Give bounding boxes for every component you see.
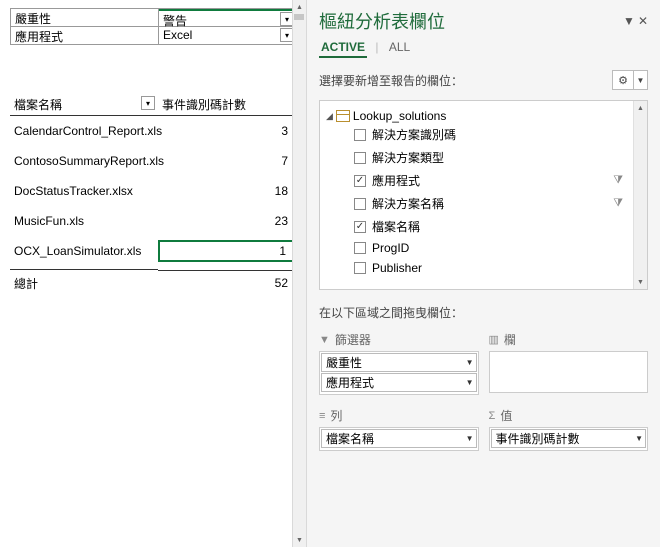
- grand-total-row[interactable]: 總計 52: [10, 266, 296, 296]
- funnel-icon[interactable]: ⧩: [613, 197, 623, 210]
- chevron-down-icon: ▼: [634, 70, 648, 90]
- collapse-icon[interactable]: ◢: [326, 111, 333, 122]
- pivot-header: 檔案名稱 ▾ 事件識別碼計數: [10, 94, 296, 116]
- field-label: 解決方案名稱: [372, 195, 444, 212]
- pane-dropdown-icon[interactable]: ▼: [623, 14, 635, 28]
- table-row[interactable]: OCX_LoanSimulator.xls 1: [10, 236, 296, 266]
- table-row[interactable]: DocStatusTracker.xlsx 18: [10, 176, 296, 206]
- table-row[interactable]: MusicFun.xls 23: [10, 206, 296, 236]
- checkbox[interactable]: [354, 129, 366, 141]
- field-item[interactable]: ProgID: [326, 238, 641, 258]
- scroll-thumb[interactable]: [294, 14, 304, 20]
- field-tabs: ACTIVE | ALL: [319, 38, 648, 58]
- filters-zone[interactable]: 嚴重性▼ 應用程式▼: [319, 351, 479, 395]
- table-icon: [336, 110, 350, 122]
- scroll-up-icon[interactable]: ▲: [293, 0, 306, 14]
- filter-label: 嚴重性: [11, 9, 159, 26]
- checkbox[interactable]: ✓: [354, 221, 366, 233]
- filters-zone-title: 篩選器: [335, 331, 371, 348]
- gear-icon: ⚙: [612, 70, 634, 90]
- checkbox[interactable]: [354, 242, 366, 254]
- filter-value[interactable]: Excel ▾: [159, 27, 295, 44]
- field-label: 檔案名稱: [372, 218, 420, 235]
- tab-all[interactable]: ALL: [387, 38, 412, 56]
- row-label-header[interactable]: 檔案名稱 ▾: [10, 94, 158, 116]
- pivot-table-area: 嚴重性 警告 ▾ 應用程式 Excel ▾ 檔案名稱 ▾ 事件識別碼計數 Cal…: [0, 0, 306, 547]
- tab-active[interactable]: ACTIVE: [319, 38, 367, 58]
- funnel-icon: ▼: [319, 334, 330, 346]
- chevron-down-icon[interactable]: ▼: [466, 358, 474, 367]
- checkbox[interactable]: [354, 262, 366, 274]
- field-item[interactable]: ✓ 應用程式 ⧩: [326, 169, 641, 192]
- field-item[interactable]: ✓ 檔案名稱: [326, 215, 641, 238]
- chevron-down-icon[interactable]: ▼: [635, 434, 643, 443]
- scroll-down-icon[interactable]: ▼: [293, 533, 306, 547]
- choose-fields-prompt: 選擇要新增至報告的欄位：: [319, 72, 463, 89]
- fields-list: ◢ Lookup_solutions 解決方案識別碼解決方案類型✓應用程式⧩解決…: [319, 100, 648, 290]
- values-zone[interactable]: 事件識別碼計數▼: [489, 427, 649, 451]
- field-label: 應用程式: [372, 172, 420, 189]
- vertical-scrollbar[interactable]: ▲ ▼: [292, 0, 306, 547]
- field-label: 解決方案識別碼: [372, 126, 456, 143]
- filter-label: 應用程式: [11, 27, 159, 44]
- values-zone-title: 值: [500, 407, 512, 424]
- rows-zone[interactable]: 檔案名稱▼: [319, 427, 479, 451]
- filter-value[interactable]: 警告 ▾: [159, 9, 295, 26]
- close-icon[interactable]: ✕: [638, 14, 648, 28]
- tools-button[interactable]: ⚙ ▼: [612, 70, 648, 90]
- table-node[interactable]: ◢ Lookup_solutions: [326, 109, 641, 123]
- value-header: 事件識別碼計數: [158, 94, 296, 116]
- columns-icon: ▥: [489, 333, 499, 346]
- rows-icon: ≡: [319, 410, 325, 422]
- fields-scrollbar[interactable]: ▲ ▼: [633, 101, 647, 289]
- pivot-field-list-pane: 樞紐分析表欄位 ▼ ✕ ACTIVE | ALL 選擇要新增至報告的欄位： ⚙ …: [306, 0, 660, 547]
- rows-zone-title: 列: [330, 407, 342, 424]
- zone-item[interactable]: 檔案名稱▼: [321, 429, 477, 448]
- drag-fields-prompt: 在以下區域之間拖曳欄位：: [319, 304, 648, 321]
- sigma-icon: Σ: [489, 410, 496, 422]
- chevron-down-icon[interactable]: ▼: [466, 378, 474, 387]
- row-filter-dropdown-icon[interactable]: ▾: [141, 96, 155, 110]
- field-label: 解決方案類型: [372, 149, 444, 166]
- columns-zone[interactable]: [489, 351, 649, 393]
- field-label: ProgID: [372, 241, 409, 255]
- filter-row-severity: 嚴重性 警告 ▾: [10, 8, 296, 27]
- field-item[interactable]: 解決方案名稱 ⧩: [326, 192, 641, 215]
- chevron-down-icon[interactable]: ▼: [466, 434, 474, 443]
- checkbox[interactable]: [354, 152, 366, 164]
- pane-title: 樞紐分析表欄位 ▼ ✕: [319, 8, 648, 34]
- zone-item[interactable]: 應用程式▼: [321, 373, 477, 392]
- field-item[interactable]: Publisher: [326, 258, 641, 278]
- table-row[interactable]: CalendarControl_Report.xls 3: [10, 116, 296, 146]
- zone-item[interactable]: 事件識別碼計數▼: [491, 429, 647, 448]
- field-item[interactable]: 解決方案識別碼: [326, 123, 641, 146]
- checkbox[interactable]: ✓: [354, 175, 366, 187]
- funnel-icon[interactable]: ⧩: [613, 174, 623, 187]
- columns-zone-title: 欄: [504, 331, 516, 348]
- zone-item[interactable]: 嚴重性▼: [321, 353, 477, 372]
- checkbox[interactable]: [354, 198, 366, 210]
- scroll-up-icon[interactable]: ▲: [634, 101, 647, 115]
- field-label: Publisher: [372, 261, 422, 275]
- scroll-down-icon[interactable]: ▼: [634, 275, 647, 289]
- field-item[interactable]: 解決方案類型: [326, 146, 641, 169]
- filter-row-application: 應用程式 Excel ▾: [10, 26, 296, 45]
- table-row[interactable]: ContosoSummaryReport.xls 7: [10, 146, 296, 176]
